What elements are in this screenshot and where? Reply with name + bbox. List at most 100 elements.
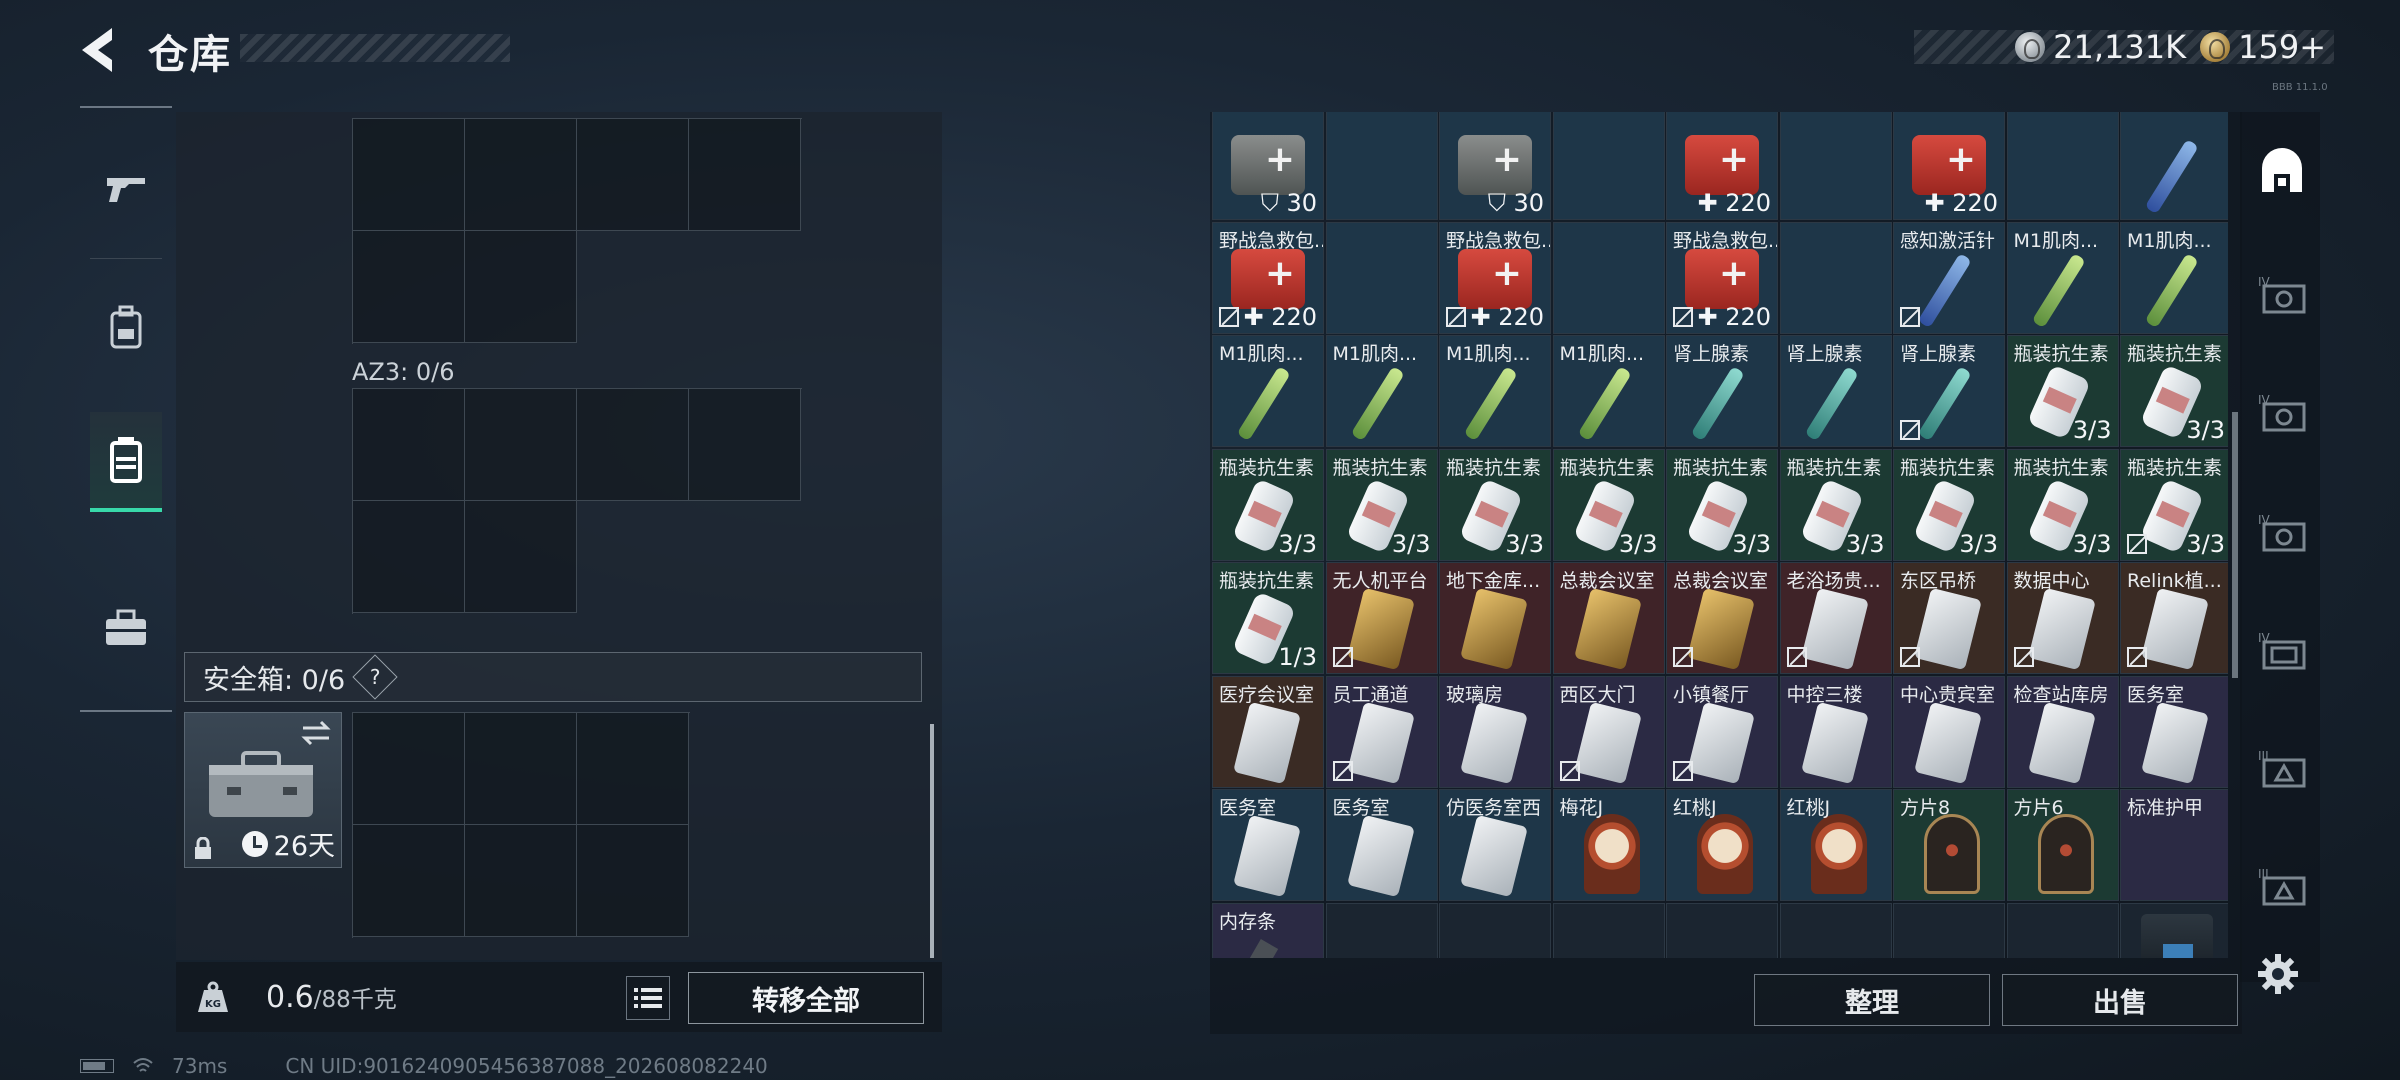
inventory-cell[interactable]: 肾上腺素 bbox=[1666, 335, 1778, 447]
inventory-cell[interactable]: 瓶装抗生素 3/3 bbox=[1779, 448, 1892, 561]
inventory-cell[interactable] bbox=[1779, 221, 1892, 334]
tidy-button[interactable]: 整理 bbox=[1754, 974, 1990, 1026]
inventory-cell[interactable]: 仿医务室西 bbox=[1439, 789, 1551, 901]
inventory-cell[interactable]: 无人机平台 bbox=[1325, 562, 1438, 674]
filter-tier-4-b[interactable]: IV bbox=[2256, 388, 2308, 440]
inventory-cell[interactable]: 西区大门 bbox=[1552, 675, 1665, 788]
currency-silver[interactable]: 21,131K bbox=[2015, 28, 2186, 66]
sell-button[interactable]: 出售 bbox=[2002, 974, 2238, 1026]
inventory-cell[interactable]: 中心贵宾室 bbox=[1893, 675, 2005, 788]
category-toolbox[interactable] bbox=[90, 578, 162, 678]
grid-slot[interactable] bbox=[353, 501, 465, 613]
inventory-cell[interactable]: M1肌肉... bbox=[2120, 221, 2228, 334]
inventory-cell[interactable]: 梅花J bbox=[1552, 789, 1665, 901]
inventory-cell[interactable]: 中控三楼 bbox=[1779, 675, 1892, 788]
inventory-cell[interactable] bbox=[1552, 902, 1665, 958]
inventory-cell[interactable] bbox=[1552, 221, 1665, 334]
inventory-cell[interactable]: 医务室 bbox=[1212, 789, 1324, 901]
inventory-cell[interactable]: 医务室 bbox=[1325, 789, 1438, 901]
container-scrollbar[interactable] bbox=[930, 724, 934, 958]
grid-slot[interactable] bbox=[353, 119, 465, 231]
filter-all-items[interactable] bbox=[2256, 146, 2308, 198]
inventory-cell[interactable]: M1肌肉... bbox=[1212, 335, 1324, 447]
inventory-cell[interactable]: 内存条 bbox=[1212, 902, 1324, 958]
inventory-cell[interactable] bbox=[1325, 221, 1438, 334]
inventory-cell[interactable] bbox=[1893, 902, 2005, 958]
inventory-cell[interactable] bbox=[1325, 902, 1438, 958]
inventory-cell[interactable]: 医疗会议室 bbox=[1212, 675, 1324, 788]
inventory-cell[interactable]: 员工通道 bbox=[1325, 675, 1438, 788]
safe-box-card[interactable]: 26天 bbox=[184, 712, 342, 868]
inventory-cell[interactable]: 小镇餐厅 bbox=[1666, 675, 1778, 788]
inventory-cell[interactable] bbox=[2006, 112, 2119, 220]
category-backpack[interactable] bbox=[90, 278, 162, 378]
inventory-cell[interactable]: 东区吊桥 bbox=[1893, 562, 2005, 674]
inventory-cell[interactable]: 红桃J bbox=[1779, 789, 1892, 901]
inventory-cell[interactable]: M1肌肉... bbox=[2006, 221, 2119, 334]
inventory-cell[interactable]: 瓶装抗生素 3/3 bbox=[1666, 448, 1778, 561]
inventory-cell[interactable]: ✚ 220 bbox=[1893, 112, 2005, 220]
inventory-cell[interactable]: 野战急救包... ✚ 220 bbox=[1212, 221, 1324, 334]
inventory-cell[interactable]: 感知激活针 bbox=[1893, 221, 2005, 334]
grid-slot[interactable] bbox=[465, 825, 577, 937]
inventory-cell[interactable]: 野战急救包... ✚ 220 bbox=[1666, 221, 1778, 334]
settings-gear-icon[interactable] bbox=[2256, 952, 2300, 996]
currency-gold[interactable]: 159+ bbox=[2200, 28, 2326, 66]
grid-slot[interactable] bbox=[465, 501, 577, 613]
inventory-cell[interactable]: 肾上腺素 bbox=[1893, 335, 2005, 447]
inventory-cell[interactable]: 瓶装抗生素 3/3 bbox=[1893, 448, 2005, 561]
transfer-all-button[interactable]: 转移全部 bbox=[688, 972, 924, 1024]
inventory-cell[interactable]: 瓶装抗生素 3/3 bbox=[2120, 448, 2228, 561]
grid-slot[interactable] bbox=[689, 119, 801, 231]
inventory-scrollbar[interactable] bbox=[2232, 412, 2238, 678]
inventory-cell[interactable]: 红桃J bbox=[1666, 789, 1778, 901]
inventory-cell[interactable]: 瓶装抗生素 1/3 bbox=[1212, 562, 1324, 674]
inventory-cell[interactable]: 肾上腺素 bbox=[1779, 335, 1892, 447]
grid-slot[interactable] bbox=[465, 713, 577, 825]
category-weapons[interactable] bbox=[90, 138, 162, 238]
grid-slot[interactable] bbox=[353, 825, 465, 937]
grid-slot[interactable] bbox=[353, 713, 465, 825]
inventory-cell[interactable]: 数据中心 bbox=[2006, 562, 2119, 674]
inventory-cell[interactable] bbox=[2120, 902, 2228, 958]
inventory-cell[interactable] bbox=[1779, 112, 1892, 220]
inventory-cell[interactable]: 瓶装抗生素 3/3 bbox=[2006, 448, 2119, 561]
inventory-cell[interactable]: M1肌肉... bbox=[1325, 335, 1438, 447]
inventory-cell[interactable] bbox=[1439, 902, 1551, 958]
grid-slot[interactable] bbox=[577, 389, 689, 501]
inventory-cell[interactable]: ✚ 220 bbox=[1666, 112, 1778, 220]
grid-slot[interactable] bbox=[689, 389, 801, 501]
inventory-cell[interactable]: 瓶装抗生素 3/3 bbox=[1552, 448, 1665, 561]
inventory-cell[interactable]: 玻璃房 bbox=[1439, 675, 1551, 788]
inventory-cell[interactable]: 老浴场贵... bbox=[1779, 562, 1892, 674]
grid-slot[interactable] bbox=[465, 231, 577, 343]
filter-tier-4-c[interactable]: IV bbox=[2256, 508, 2308, 560]
inventory-cell[interactable]: ⛉ 30 bbox=[1212, 112, 1324, 220]
filter-tier-4-a[interactable]: IV bbox=[2256, 270, 2308, 322]
grid-slot[interactable] bbox=[577, 713, 689, 825]
grid-slot[interactable] bbox=[465, 119, 577, 231]
grid-slot[interactable] bbox=[465, 389, 577, 501]
inventory-cell[interactable]: 瓶装抗生素 3/3 bbox=[1212, 448, 1324, 561]
inventory-cell[interactable]: ⛉ 30 bbox=[1439, 112, 1551, 220]
inventory-cell[interactable] bbox=[1325, 112, 1438, 220]
filter-tier-4-d[interactable]: IV bbox=[2256, 626, 2308, 678]
inventory-cell[interactable]: 地下金库... bbox=[1439, 562, 1551, 674]
inventory-cell[interactable] bbox=[2006, 902, 2119, 958]
back-arrow-icon[interactable] bbox=[74, 22, 124, 78]
inventory-cell[interactable]: Relink植... bbox=[2120, 562, 2228, 674]
filter-tier-3-b[interactable]: III bbox=[2256, 862, 2308, 914]
inventory-cell[interactable]: 瓶装抗生素 3/3 bbox=[2006, 335, 2119, 447]
inventory-cell[interactable] bbox=[2120, 112, 2228, 220]
inventory-cell[interactable] bbox=[1666, 902, 1778, 958]
inventory-cell[interactable]: M1肌肉... bbox=[1552, 335, 1665, 447]
inventory-cell[interactable]: 方片8 bbox=[1893, 789, 2005, 901]
inventory-cell[interactable]: 瓶装抗生素 3/3 bbox=[1439, 448, 1551, 561]
grid-slot[interactable] bbox=[577, 825, 689, 937]
inventory-cell[interactable] bbox=[1779, 902, 1892, 958]
inventory-cell[interactable]: 野战急救包... ✚ 220 bbox=[1439, 221, 1551, 334]
inventory-cell[interactable]: 总裁会议室 bbox=[1666, 562, 1778, 674]
inventory-cell[interactable]: 标准护甲 bbox=[2120, 789, 2228, 901]
inventory-cell[interactable]: 瓶装抗生素 3/3 bbox=[1325, 448, 1438, 561]
swap-icon[interactable] bbox=[299, 719, 333, 747]
